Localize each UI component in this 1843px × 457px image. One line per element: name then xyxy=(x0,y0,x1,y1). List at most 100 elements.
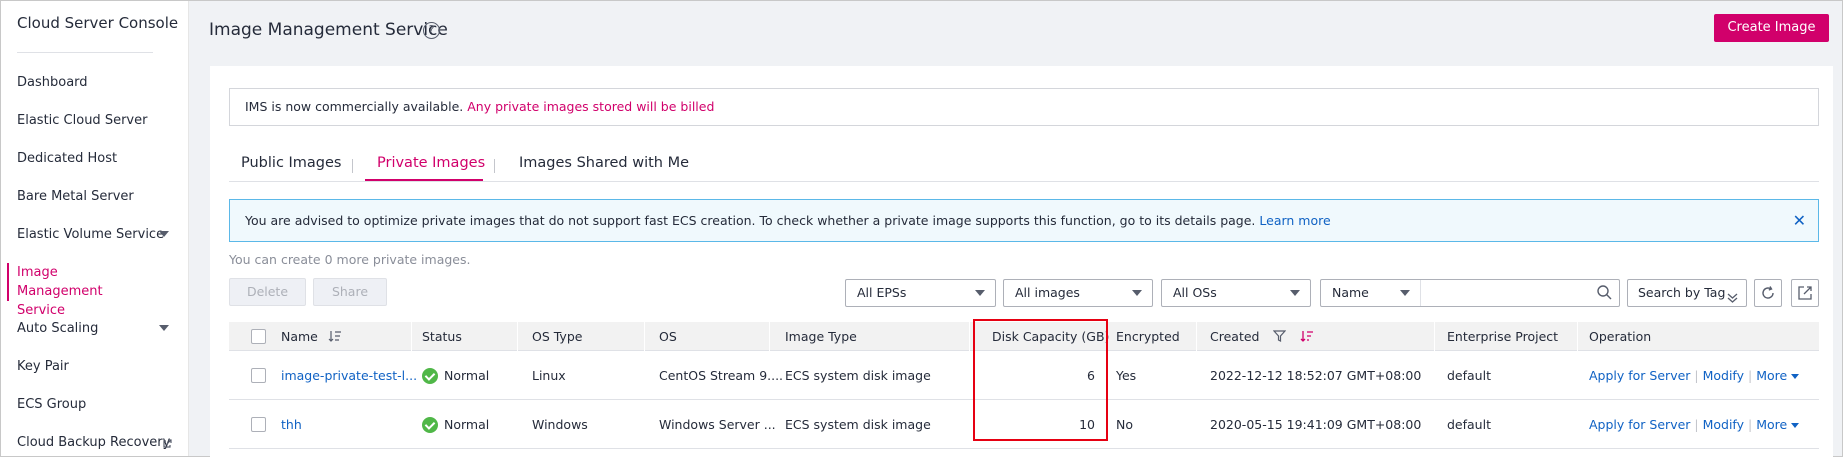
op-separator: | xyxy=(1748,368,1757,383)
encrypted-cell: Yes xyxy=(1116,368,1137,383)
operation-cell: Apply for Server | Modify | More xyxy=(1589,401,1800,449)
sidebar-item-dedicated-host[interactable]: Dedicated Host xyxy=(17,149,181,168)
column-separator xyxy=(517,322,518,351)
column-header-encrypted: Encrypted xyxy=(1116,329,1180,344)
column-header-os-type: OS Type xyxy=(532,329,583,344)
select-all-checkbox[interactable] xyxy=(251,329,266,344)
image-tabs: Public Images Private Images Images Shar… xyxy=(229,150,1819,182)
apply-for-server-link[interactable]: Apply for Server xyxy=(1589,368,1690,383)
column-header-name[interactable]: Name xyxy=(281,322,342,352)
tab-separator xyxy=(494,159,495,173)
more-label: More xyxy=(1756,417,1788,432)
modify-link[interactable]: Modify xyxy=(1703,368,1744,383)
operation-cell: Apply for Server | Modify | More xyxy=(1589,352,1800,400)
sidebar-item-image-management-service[interactable]: Image Management Service xyxy=(17,263,147,320)
image-type-filter-select[interactable]: All images xyxy=(1003,279,1153,307)
check-circle-icon xyxy=(422,417,438,433)
image-filter-value: All images xyxy=(1015,285,1080,300)
column-label: Created xyxy=(1210,329,1260,344)
sidebar-item-key-pair[interactable]: Key Pair xyxy=(17,357,181,376)
sidebar-item-label: Cloud Backup Recovery xyxy=(17,435,171,450)
image-name-link[interactable]: thh xyxy=(281,401,302,449)
created-cell: 2020-05-15 19:41:09 GMT+08:00 xyxy=(1210,417,1422,432)
check-circle-icon xyxy=(422,368,438,384)
chevron-down-icon xyxy=(159,325,169,331)
search-by-tag-button[interactable]: Search by Tag xyxy=(1627,279,1747,307)
column-header-image-type: Image Type xyxy=(785,329,857,344)
help-icon[interactable]: ? xyxy=(423,22,440,39)
sidebar-item-elastic-volume-service[interactable]: Elastic Volume Service xyxy=(17,225,181,244)
disk-capacity-highlight-box xyxy=(973,319,1108,441)
chevron-down-icon xyxy=(975,290,985,296)
os-cell: CentOS Stream 9.... xyxy=(659,368,784,383)
double-chevron-down-icon xyxy=(1727,287,1738,313)
column-header-status: Status xyxy=(422,329,462,344)
learn-more-link[interactable]: Learn more xyxy=(1259,213,1330,228)
sidebar-item-ecs-group[interactable]: ECS Group xyxy=(17,395,181,414)
status-text: Normal xyxy=(444,417,490,432)
search-input[interactable] xyxy=(1425,282,1585,304)
tab-private-images[interactable]: Private Images xyxy=(377,155,485,171)
modify-link[interactable]: Modify xyxy=(1703,417,1744,432)
column-header-created: Created xyxy=(1210,322,1314,352)
chevron-down-icon xyxy=(1791,374,1800,379)
sidebar-item-label: Auto Scaling xyxy=(17,321,99,336)
sidebar-item-bare-metal-server[interactable]: Bare Metal Server xyxy=(17,187,181,206)
sidebar-item-dashboard[interactable]: Dashboard xyxy=(17,73,181,92)
column-header-operation: Operation xyxy=(1589,329,1652,344)
notice-warning: Any private images stored will be billed xyxy=(467,99,715,114)
sort-descending-icon[interactable] xyxy=(1300,323,1314,352)
tab-images-shared-with-me[interactable]: Images Shared with Me xyxy=(519,155,689,171)
column-separator xyxy=(769,322,770,351)
search-icon[interactable] xyxy=(1597,285,1612,300)
search-box: Name xyxy=(1320,279,1620,307)
sidebar: Cloud Server Console Dashboard Elastic C… xyxy=(1,1,189,456)
refresh-icon xyxy=(1761,286,1775,304)
image-type-cell: ECS system disk image xyxy=(785,417,931,432)
encrypted-cell: No xyxy=(1116,417,1133,432)
os-filter-value: All OSs xyxy=(1173,285,1217,300)
search-field-value: Name xyxy=(1332,285,1369,300)
filter-icon[interactable] xyxy=(1273,323,1287,352)
export-button[interactable] xyxy=(1791,279,1819,307)
row-checkbox[interactable] xyxy=(251,368,266,383)
share-button[interactable]: Share xyxy=(313,278,387,306)
enterprise-project-cell: default xyxy=(1447,368,1491,383)
chevron-down-icon xyxy=(159,231,169,237)
active-indicator xyxy=(7,263,9,301)
refresh-button[interactable] xyxy=(1754,279,1782,307)
quota-text: You can create 0 more private images. xyxy=(229,252,471,267)
tab-separator xyxy=(352,159,353,173)
sidebar-item-elastic-cloud-server[interactable]: Elastic Cloud Server xyxy=(17,111,181,130)
tab-public-images[interactable]: Public Images xyxy=(241,155,342,171)
tag-search-label: Search by Tag xyxy=(1638,285,1726,300)
more-dropdown[interactable]: More xyxy=(1756,417,1800,432)
sidebar-title: Cloud Server Console xyxy=(17,14,179,32)
column-header-enterprise-project: Enterprise Project xyxy=(1447,329,1559,344)
created-cell: 2022-12-12 18:52:07 GMT+08:00 xyxy=(1210,368,1422,383)
eps-filter-value: All EPSs xyxy=(857,285,907,300)
apply-for-server-link[interactable]: Apply for Server xyxy=(1589,417,1690,432)
status-text: Normal xyxy=(444,368,490,383)
export-icon xyxy=(1798,286,1812,304)
op-separator: | xyxy=(1694,368,1703,383)
sidebar-item-auto-scaling[interactable]: Auto Scaling xyxy=(17,319,181,338)
more-dropdown[interactable]: More xyxy=(1756,368,1800,383)
os-type-cell: Linux xyxy=(532,368,566,383)
chevron-down-icon xyxy=(1132,290,1142,296)
sidebar-divider xyxy=(17,52,153,53)
column-separator xyxy=(1434,322,1435,351)
close-icon[interactable]: ✕ xyxy=(1793,200,1806,241)
os-filter-select[interactable]: All OSs xyxy=(1161,279,1311,307)
delete-button[interactable]: Delete xyxy=(229,278,306,306)
eps-filter-select[interactable]: All EPSs xyxy=(845,279,996,307)
notice-text: IMS is now commercially available. xyxy=(245,99,464,114)
op-separator: | xyxy=(1748,417,1757,432)
image-name-link[interactable]: image-private-test-l... xyxy=(281,352,417,400)
column-separator xyxy=(969,322,970,351)
sidebar-item-cloud-backup-recovery[interactable]: Cloud Backup Recovery xyxy=(17,433,181,452)
create-image-button[interactable]: Create Image xyxy=(1714,14,1829,42)
sort-icon[interactable] xyxy=(328,323,342,352)
row-checkbox[interactable] xyxy=(251,417,266,432)
search-field-select[interactable]: Name xyxy=(1321,280,1421,306)
